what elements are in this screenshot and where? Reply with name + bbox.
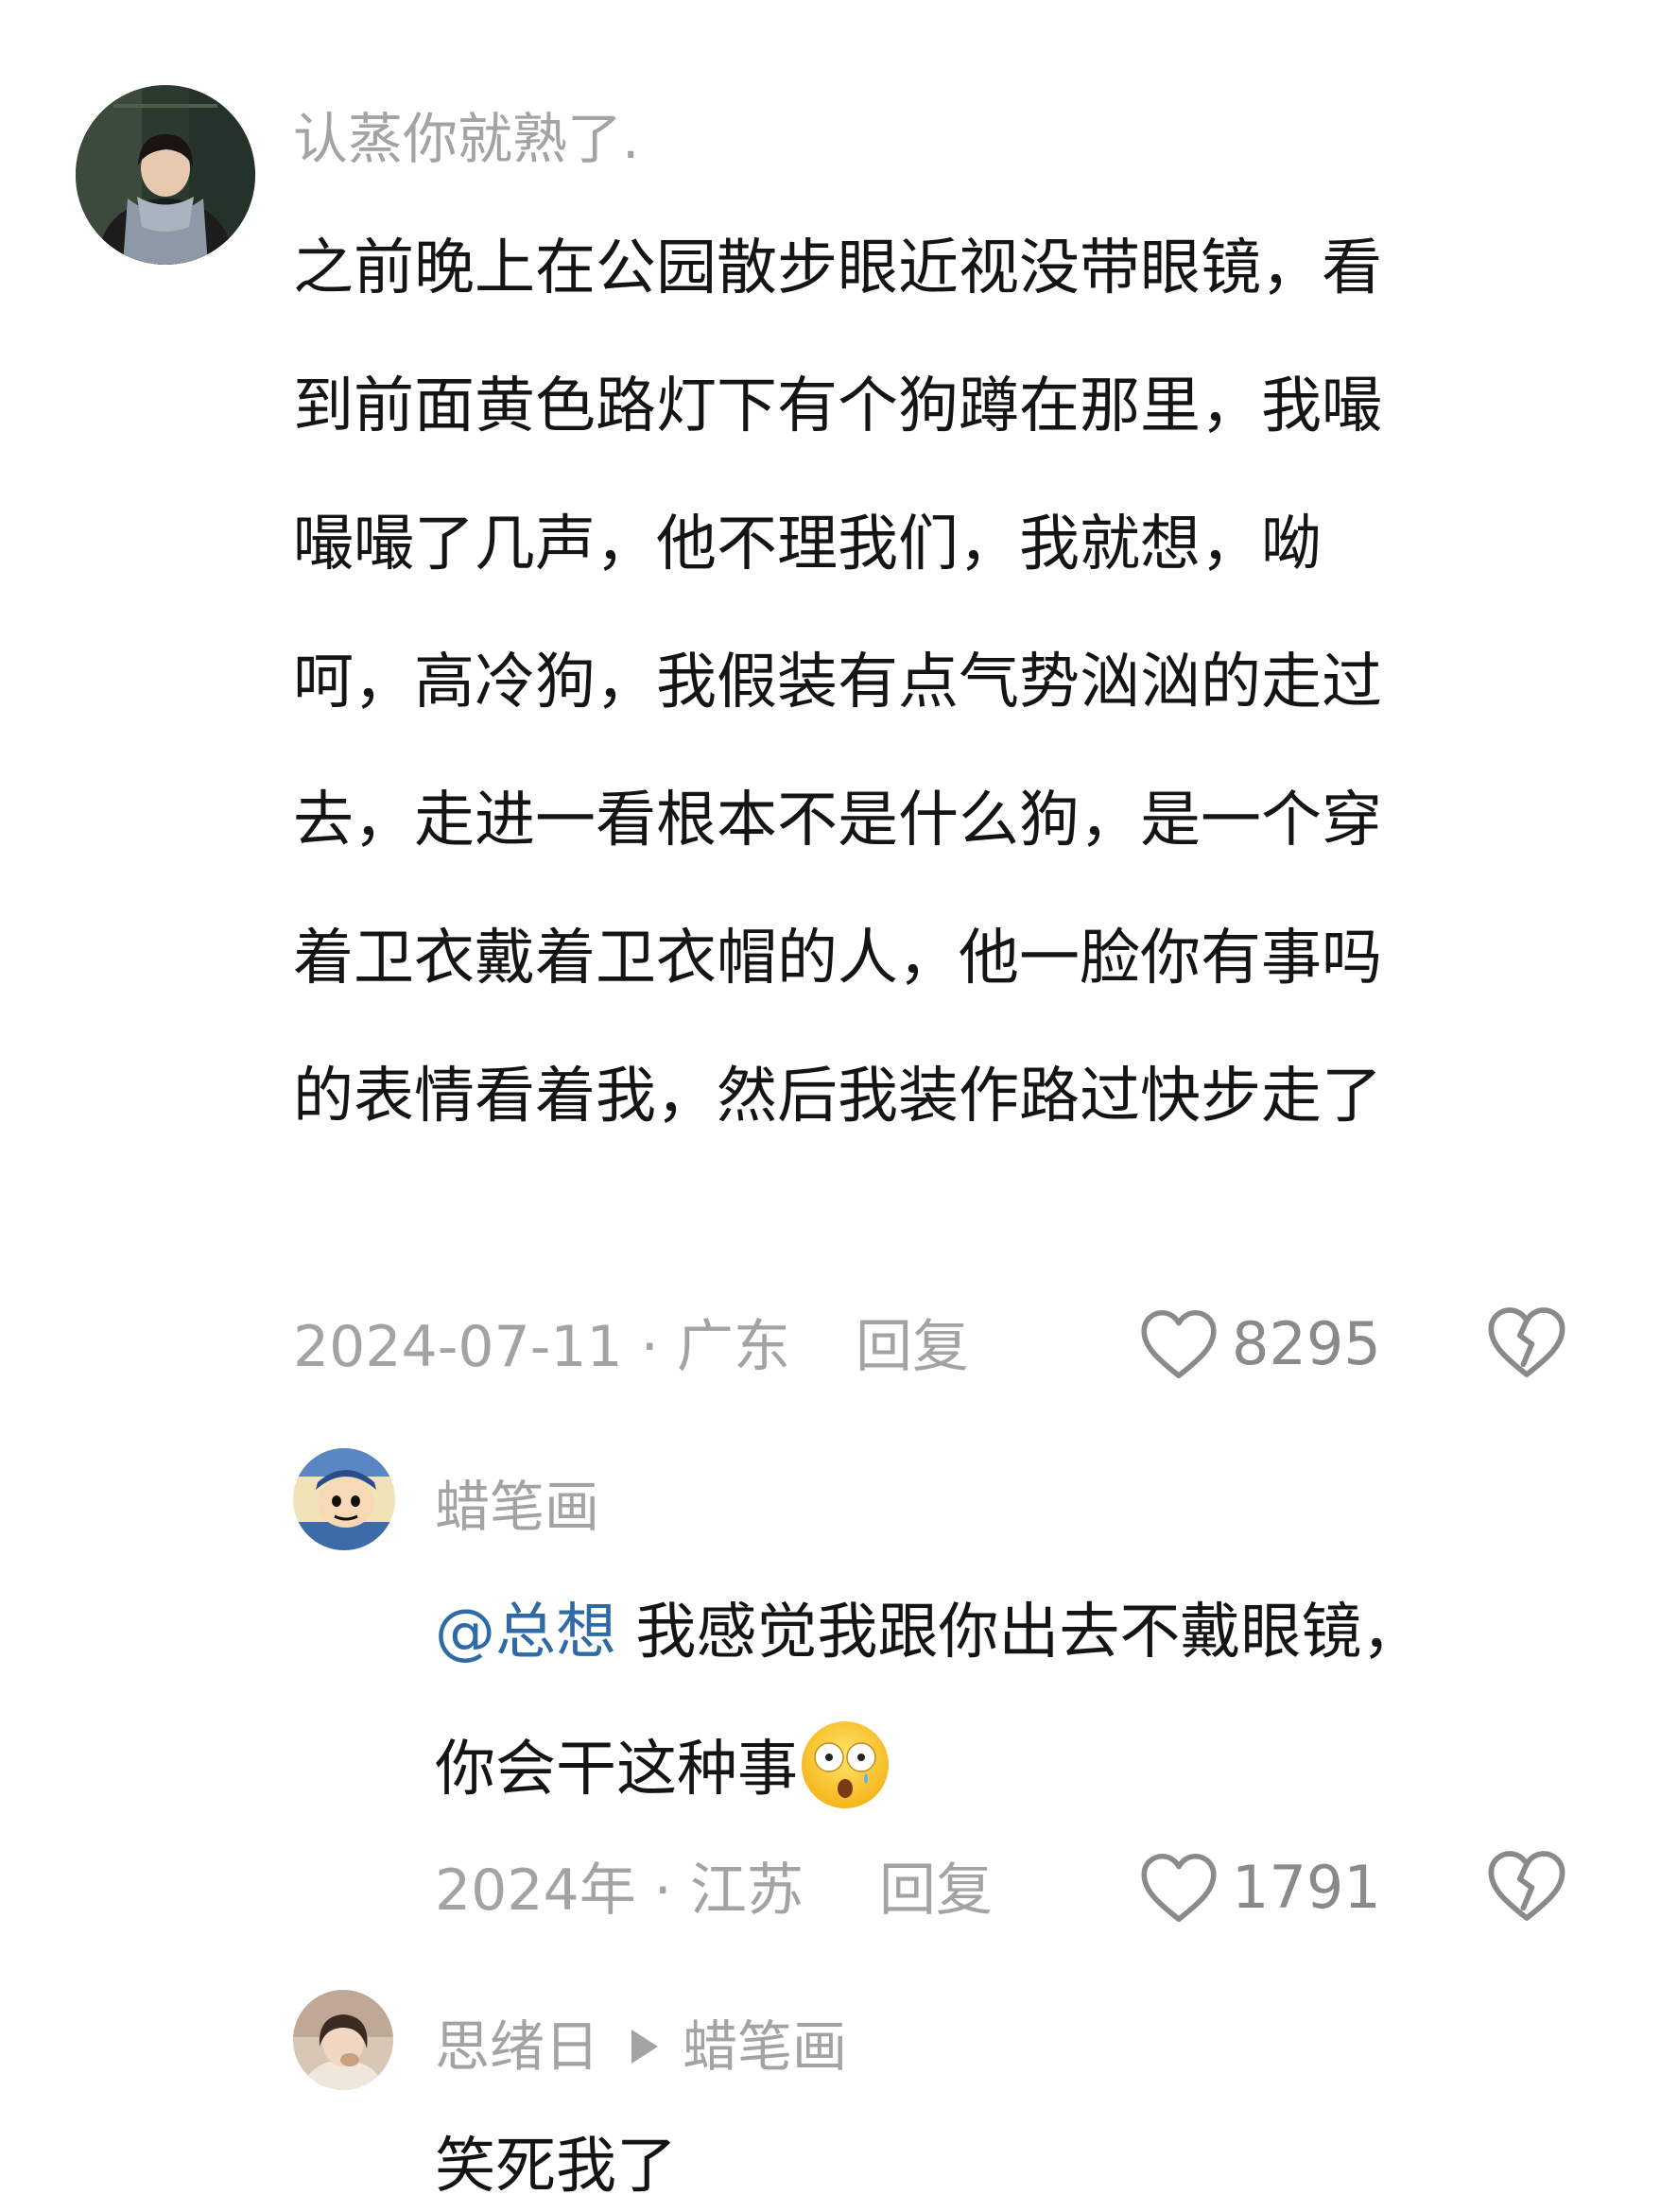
comment-line: 呵，高冷狗，我假装有点气势汹汹的走过 [293, 648, 1382, 717]
nested-username[interactable]: 思绪日 [435, 2014, 599, 2079]
broken-heart-icon [1488, 1307, 1565, 1377]
like-count: 8295 [1232, 1309, 1381, 1378]
meta-separator: · [622, 1314, 677, 1380]
heart-outline-icon [1141, 1853, 1217, 1923]
heart-outline-icon [1141, 1309, 1217, 1379]
avatar-nested-commenter[interactable] [293, 1990, 393, 2090]
reply-meta: 2024年 · 江苏 [435, 1862, 804, 1919]
nested-reply-header: 思绪日 蜡笔画 [435, 2019, 847, 2074]
reply-line-1: @总想 我感觉我跟你出去不戴眼镜， [435, 1583, 1422, 1670]
mention-link[interactable]: @总想 [435, 1598, 616, 1668]
reply-line-2: 你会干这种事 [435, 1720, 892, 1820]
user-avatar-image [293, 1990, 393, 2090]
comment-line: 着卫衣戴着卫衣帽的人，他一脸你有事吗 [293, 924, 1382, 994]
reply-text: 我感觉我跟你出去不戴眼镜， [635, 1598, 1423, 1668]
user-avatar-image [293, 1448, 395, 1550]
reply-button[interactable]: 回复 [879, 1862, 993, 1919]
comment-line: 到前面黄色路灯下有个狗蹲在那里，我嘬 [293, 372, 1382, 441]
reply-to-username[interactable]: 蜡笔画 [683, 2014, 847, 2079]
comment-line: 之前晚上在公园散步眼近视没带眼镜，看 [293, 233, 1382, 303]
comment-meta: 2024-07-11 · 广东 [293, 1319, 790, 1375]
like-button[interactable]: 8295 [1139, 1302, 1381, 1387]
shocked-face-emoji [798, 1718, 892, 1812]
reply-text: 你会干这种事 [435, 1735, 798, 1805]
comment-location: 广东 [676, 1314, 790, 1380]
reply-date: 2024年 [435, 1858, 636, 1924]
meta-separator: · [635, 1858, 690, 1924]
comment-date: 2024-07-11 [293, 1314, 623, 1380]
reply-username[interactable]: 蜡笔画 [435, 1479, 599, 1534]
broken-heart-icon [1488, 1851, 1565, 1921]
dislike-button[interactable] [1486, 1845, 1567, 1927]
reply-button[interactable]: 回复 [856, 1319, 969, 1375]
avatar-main-commenter[interactable] [76, 85, 255, 265]
comment-line: 嘬嘬了几声，他不理我们，我就想，呦 [293, 510, 1322, 579]
triangle-right-icon [631, 2029, 659, 2064]
user-avatar-image [76, 85, 255, 265]
dislike-button[interactable] [1486, 1302, 1567, 1383]
comment-line: 去，走进一看根本不是什么狗，是一个穿 [293, 786, 1382, 855]
reply-location: 江苏 [689, 1858, 804, 1924]
like-button[interactable]: 1791 [1139, 1845, 1381, 1930]
avatar-reply-commenter[interactable] [293, 1448, 395, 1550]
comment-username[interactable]: 认蒸你就熟了. [293, 112, 639, 166]
like-count: 1791 [1232, 1853, 1381, 1922]
nested-reply-text: 笑死我了 [435, 2132, 677, 2202]
comment-line: 的表情看着我，然后我装作路过快步走了 [293, 1062, 1382, 1132]
